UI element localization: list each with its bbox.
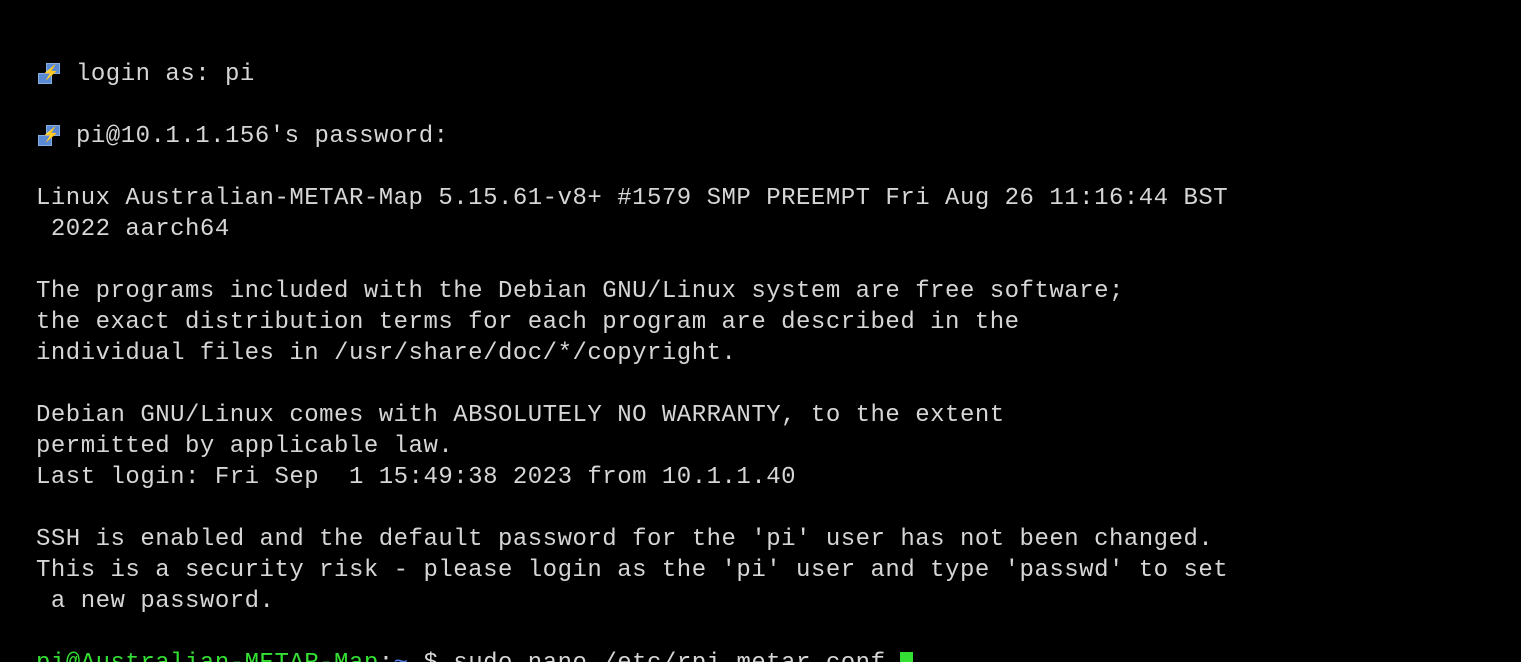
terminal[interactable]: ⚡ login as: pi ⚡ pi@10.1.1.156's password:…: [0, 0, 1521, 662]
prompt-user-host: pi@Australian-METAR-Map: [36, 650, 379, 662]
cursor: [900, 652, 913, 662]
motd-debian-free-software: The programs included with the Debian GN…: [36, 278, 1124, 367]
password-prompt-line: ⚡ pi@10.1.1.156's password:: [36, 121, 1521, 152]
password-prompt-label: pi@10.1.1.156's password:: [76, 121, 449, 152]
motd-last-login: Last login: Fri Sep 1 15:49:38 2023 from…: [36, 464, 796, 491]
prompt-colon: :: [379, 650, 394, 662]
prompt-cwd: ~: [394, 650, 424, 662]
command-input[interactable]: sudo nano /etc/rpi_metar.conf: [453, 650, 900, 662]
login-as-label: login as:: [76, 59, 225, 90]
prompt-dollar: $: [423, 650, 453, 662]
motd-uname: Linux Australian-METAR-Map 5.15.61-v8+ #…: [36, 185, 1228, 243]
putty-icon: ⚡: [38, 63, 62, 87]
putty-icon: ⚡: [38, 125, 62, 149]
motd-debian-warranty: Debian GNU/Linux comes with ABSOLUTELY N…: [36, 402, 1005, 460]
login-as-value: pi: [225, 59, 255, 90]
motd-ssh-warning: SSH is enabled and the default password …: [36, 526, 1228, 615]
login-prompt-line: ⚡ login as: pi: [36, 59, 1521, 90]
